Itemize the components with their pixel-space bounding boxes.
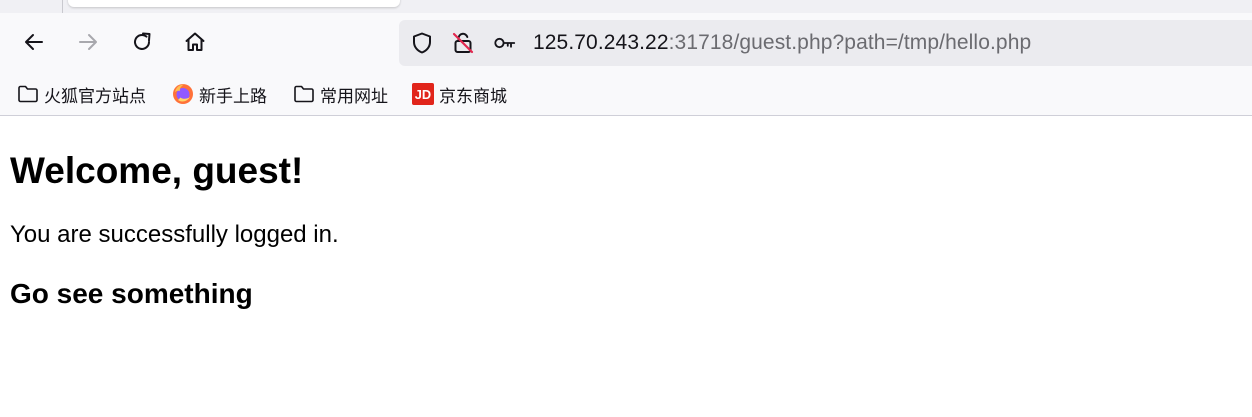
shield-icon[interactable] <box>410 31 434 55</box>
login-message: You are successfully logged in. <box>10 221 339 248</box>
reload-icon <box>130 30 154 54</box>
url-path: :31718/guest.php?path=/tmp/hello.php <box>668 31 1032 54</box>
bookmark-label: 新手上路 <box>199 86 267 107</box>
folder-icon <box>17 83 39 105</box>
page-content: Welcome, guest! You are successfully log… <box>0 116 1252 310</box>
key-icon[interactable] <box>493 31 517 55</box>
bookmark-label: 常用网址 <box>320 86 388 107</box>
firefox-icon <box>172 83 194 105</box>
forward-arrow-icon <box>76 30 100 54</box>
tab-strip <box>0 0 1252 13</box>
bookmark-label: 京东商城 <box>439 86 507 107</box>
folder-icon <box>293 83 315 105</box>
home-icon <box>183 30 207 54</box>
bookmark-getting-started[interactable]: 新手上路 <box>172 82 267 107</box>
active-tab[interactable] <box>68 0 400 7</box>
back-arrow-icon <box>22 30 46 54</box>
tab-divider <box>62 0 63 13</box>
bookmarks-toolbar: 火狐官方站点 新手上路 常用网址 JD 京东商城 <box>0 73 1252 116</box>
reload-button[interactable] <box>128 28 156 56</box>
bookmark-firefox-official[interactable]: 火狐官方站点 <box>17 82 146 107</box>
insecure-lock-icon[interactable] <box>451 31 475 55</box>
url-host: 125.70.243.22 <box>533 31 669 54</box>
home-button[interactable] <box>181 28 209 56</box>
url-bar[interactable]: 125.70.243.22:31718/guest.php?path=/tmp/… <box>399 20 1252 66</box>
jd-icon: JD <box>412 83 434 105</box>
bookmark-jd-mall[interactable]: JD 京东商城 <box>412 82 507 107</box>
svg-text:JD: JD <box>415 87 431 102</box>
back-button[interactable] <box>20 28 48 56</box>
page-title: Welcome, guest! <box>10 150 304 191</box>
bookmark-label: 火狐官方站点 <box>44 86 146 107</box>
forward-button[interactable] <box>74 28 102 56</box>
navigation-toolbar: 125.70.243.22:31718/guest.php?path=/tmp/… <box>0 13 1252 73</box>
section-heading: Go see something <box>10 278 253 309</box>
browser-chrome: 125.70.243.22:31718/guest.php?path=/tmp/… <box>0 0 1252 116</box>
url-text[interactable]: 125.70.243.22:31718/guest.php?path=/tmp/… <box>533 30 1031 56</box>
bookmark-common-sites[interactable]: 常用网址 <box>293 82 388 107</box>
